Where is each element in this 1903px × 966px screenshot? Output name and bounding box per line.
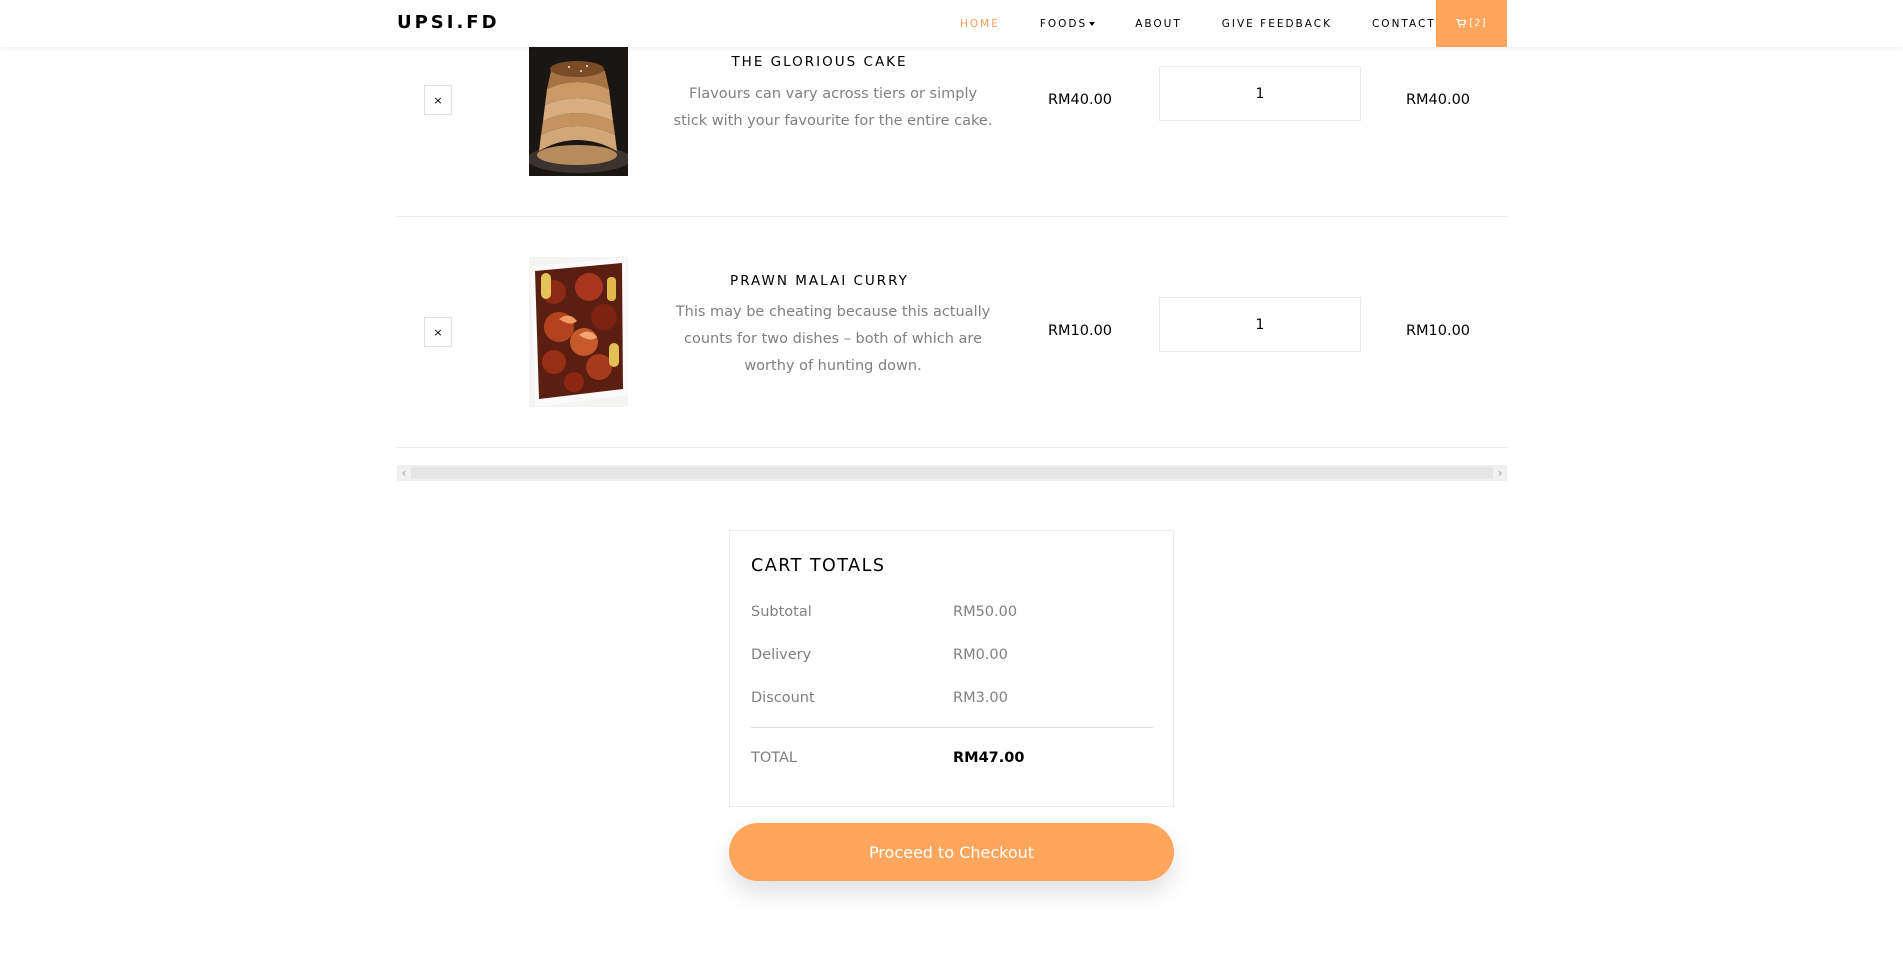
delivery-label: Delivery <box>751 647 812 663</box>
nav-item-label: ABOUT <box>1135 17 1182 30</box>
product-image-prawn <box>529 257 628 407</box>
scroll-right-arrow-icon[interactable]: › <box>1493 465 1507 481</box>
subtotal-value: RM50.00 <box>953 604 1018 620</box>
nav-item-label: GIVE FEEDBACK <box>1221 17 1332 30</box>
product-total: RM10.00 <box>1405 323 1471 339</box>
cart-totals-panel: CART TOTALS Subtotal RM50.00 Delivery RM… <box>729 530 1174 807</box>
scroll-left-arrow-icon[interactable]: ‹ <box>397 465 411 481</box>
quantity-input[interactable] <box>1159 66 1361 121</box>
row-divider <box>397 216 1507 217</box>
product-price: RM10.00 <box>1047 323 1113 339</box>
nav-item-about[interactable]: ABOUT <box>1115 18 1202 30</box>
nav-item-label: HOME <box>960 17 1000 30</box>
remove-item-button[interactable]: × <box>424 317 452 347</box>
total-label: TOTAL <box>751 750 797 766</box>
cart-count: [2] <box>1469 18 1487 29</box>
subtotal-label: Subtotal <box>751 604 812 620</box>
brand-logo[interactable]: UPSI.FD <box>397 12 500 33</box>
total-value: RM47.00 <box>953 750 1025 766</box>
row-divider <box>397 447 1507 448</box>
product-name: THE GLORIOUS CAKE <box>731 54 908 70</box>
delivery-value: RM0.00 <box>953 647 1008 663</box>
nav-item-label: FOODS <box>1039 17 1088 30</box>
product-total: RM40.00 <box>1405 92 1471 108</box>
horizontal-scrollbar[interactable]: ‹ › <box>397 465 1507 481</box>
nav-item-home[interactable]: HOME <box>940 18 1020 30</box>
caret-down-icon <box>1089 21 1096 26</box>
product-price: RM40.00 <box>1047 92 1113 108</box>
cart-icon <box>1456 19 1467 28</box>
remove-item-button[interactable]: × <box>424 85 452 115</box>
proceed-to-checkout-button[interactable]: Proceed to Checkout <box>729 823 1174 881</box>
nav-menu: HOME FOODS ABOUT GIVE FEEDBACK CONTACT <box>940 0 1456 47</box>
product-name: PRAWN MALAI CURRY <box>730 273 909 289</box>
product-description: This may be cheating because this actual… <box>675 304 991 374</box>
product-image-cake <box>529 47 628 176</box>
quantity-input[interactable] <box>1159 297 1361 352</box>
discount-value: RM3.00 <box>953 690 1008 706</box>
nav-item-foods[interactable]: FOODS <box>1020 18 1115 30</box>
navbar: UPSI.FD HOME FOODS ABOUT GIVE FEEDBACK C… <box>0 0 1903 47</box>
totals-divider <box>751 727 1153 728</box>
scrollbar-thumb[interactable] <box>411 467 1493 479</box>
discount-label: Discount <box>751 690 815 706</box>
cart-totals-title: CART TOTALS <box>751 556 886 576</box>
cart-button[interactable]: [2] <box>1436 0 1507 47</box>
product-description: Flavours can vary across tiers or simply… <box>673 86 993 129</box>
nav-item-give-feedback[interactable]: GIVE FEEDBACK <box>1202 18 1352 30</box>
nav-item-label: CONTACT <box>1371 17 1436 30</box>
